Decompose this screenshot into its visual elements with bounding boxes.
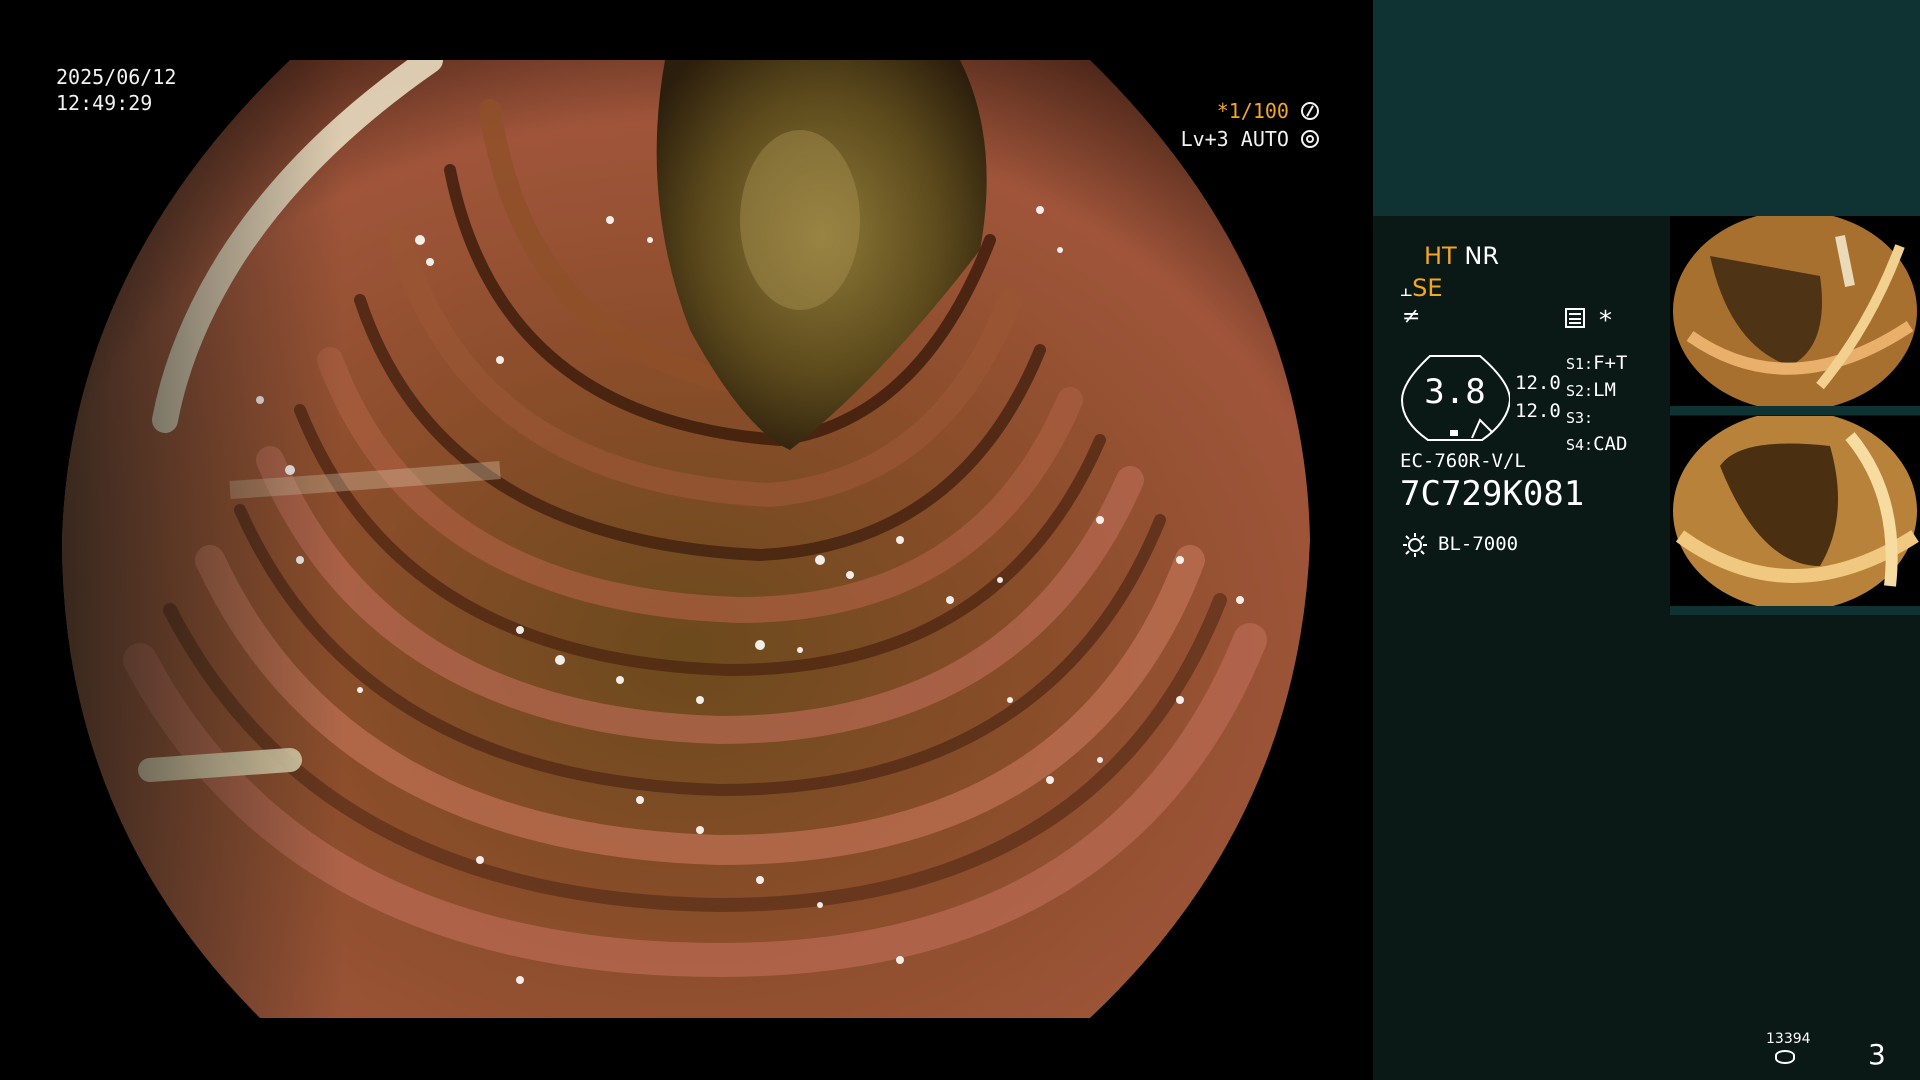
switch-s3: S3: [1566,409,1594,427]
ht-label: HT [1424,242,1457,270]
switch-s2: S2:LM [1566,379,1616,401]
exposure-mode: AUTO [1240,127,1289,151]
thumbnail-2[interactable] [1670,416,1920,606]
exposure-level: Lv+3 [1180,127,1229,151]
document-icon [1565,308,1585,328]
switch-s4: S4:CAD [1566,433,1628,455]
shutter-readout: *1/100 [1217,98,1319,124]
thumbnail-2-bar [1670,606,1920,615]
se-label: SE [1412,274,1443,302]
se-indicator: ⫠SE [1400,274,1443,302]
f-symbol-icon: ≠ [1402,304,1421,329]
nr-label: NR [1464,242,1499,270]
exposure-readout: Lv+3 AUTO [1181,126,1319,152]
value-2: 12.0 [1515,400,1561,422]
page-number: 3 [1868,1038,1886,1071]
iris-icon [1301,130,1319,148]
switch-s1: S1:F+T [1566,352,1628,374]
thumbnail-1-bar [1670,406,1920,415]
dial-value: 3.8 [1424,372,1486,412]
image-counter: 13394 [1766,1031,1811,1047]
scope-serial: 7C729K081 [1400,474,1585,514]
value-1: 12.0 [1515,372,1561,394]
endoscope-lumen-graphic [62,60,1310,1018]
lamp-icon [1402,532,1428,558]
se-symbol-icon: ⫠ [1400,277,1413,301]
aperture-icon [1301,102,1319,120]
zoom-dial: 3.8 [1400,352,1510,441]
storage-icon [1775,1050,1795,1064]
star-indicator: * [1599,306,1612,336]
thumbnail-1[interactable] [1670,216,1920,406]
overlay-time: 12:49:29 [56,91,153,115]
endoscope-image: 2025/06/12 12:49:29 *1/100 Lv+3 AUTO [0,0,1372,1080]
info-panel-header [1373,0,1920,216]
scope-model: EC-760R-V/L [1400,450,1526,472]
overlay-date: 2025/06/12 [56,65,177,89]
switch-list: S1:F+T S2:LM S3: S4:CAD [1566,350,1627,458]
ht-nr-indicator: HT NR [1424,242,1499,270]
light-source: BL-7000 [1438,533,1519,555]
shutter-speed: *1/100 [1216,99,1289,123]
